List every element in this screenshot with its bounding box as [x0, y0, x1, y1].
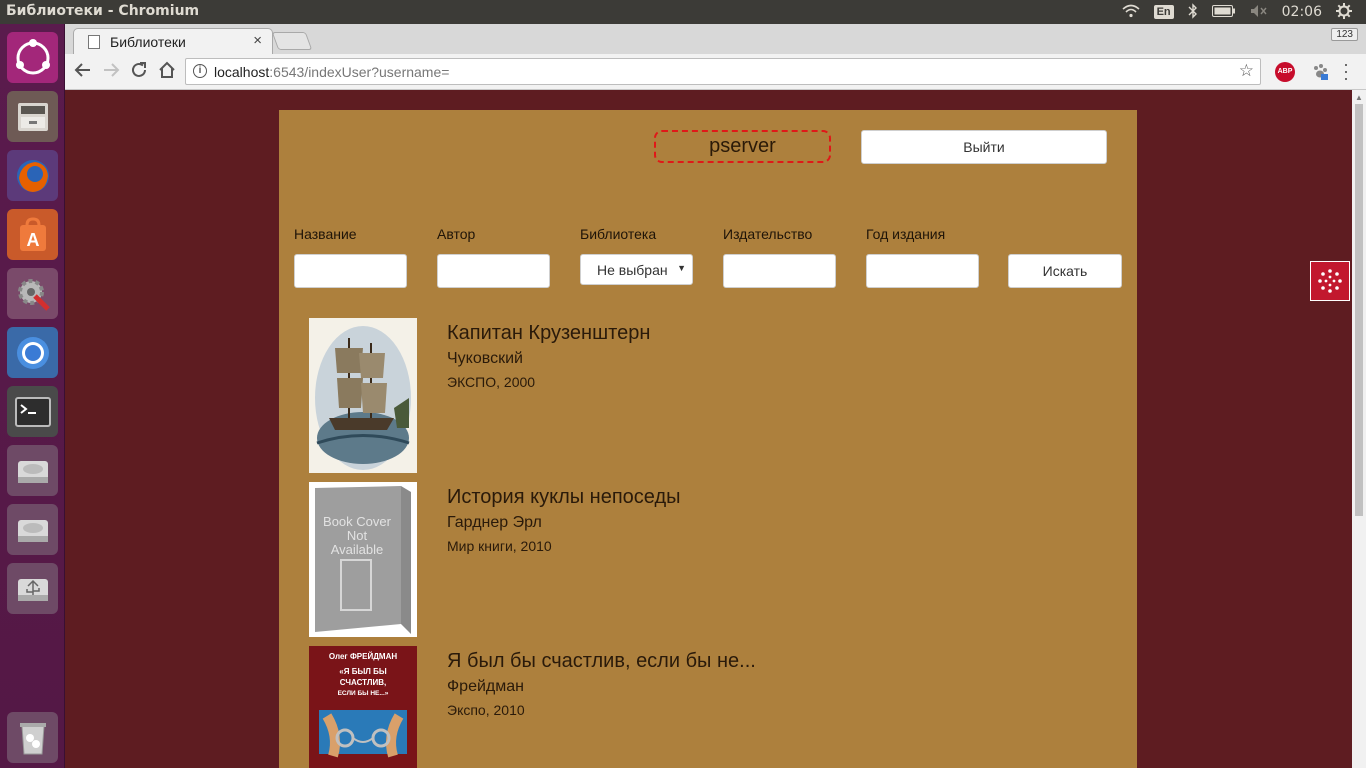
year-input[interactable] [866, 254, 979, 288]
dropdown-arrow-icon: ▼ [677, 263, 686, 273]
svg-text:ЕСЛИ БЫ НЕ...»: ЕСЛИ БЫ НЕ...» [338, 690, 389, 697]
software-center-icon[interactable]: A [7, 209, 58, 260]
search-button[interactable]: Искать [1008, 254, 1122, 288]
username-display: pserver [654, 130, 831, 163]
trash-icon[interactable] [7, 712, 58, 763]
book-item[interactable]: Book Cover Not Available История куклы н… [309, 482, 1049, 637]
svg-text:СЧАСТЛИВ,: СЧАСТЛИВ, [340, 678, 386, 687]
logout-button[interactable]: Выйти [861, 130, 1107, 164]
svg-text:Олег ФРЕЙДМАН: Олег ФРЕЙДМАН [329, 652, 397, 661]
address-bar[interactable]: i localhost:6543/indexUser?username= ☆ [185, 58, 1261, 85]
reload-icon[interactable] [128, 61, 150, 83]
ubuntu-dash-icon[interactable] [7, 32, 58, 83]
battery-icon[interactable] [1211, 4, 1236, 20]
book-author: Чуковский [447, 350, 523, 367]
svg-text:Available: Available [331, 542, 384, 557]
book-item[interactable]: Капитан Крузенштерн Чуковский ЭКСПО, 200… [309, 318, 1049, 473]
scrollbar-thumb[interactable] [1355, 104, 1363, 516]
keyboard-layout-indicator[interactable]: En [1153, 5, 1174, 19]
title-input[interactable] [294, 254, 407, 288]
url-path: :6543/indexUser?username= [269, 64, 450, 80]
power-gear-icon[interactable] [1336, 2, 1352, 22]
chromium-icon[interactable] [7, 327, 58, 378]
scroll-up-arrow-icon[interactable]: ▲ [1355, 93, 1363, 102]
system-settings-icon[interactable] [7, 268, 58, 319]
main-panel: pserver Выйти Название Автор Библиотека … [279, 110, 1137, 768]
page-icon [88, 35, 100, 49]
bookmark-star-icon[interactable]: ☆ [1239, 61, 1254, 81]
book-title[interactable]: История куклы непоседы [447, 486, 681, 509]
home-icon[interactable] [156, 61, 178, 83]
wifi-icon[interactable] [1122, 4, 1140, 21]
placeholder-cover-image[interactable]: Book Cover Not Available [309, 482, 417, 637]
drive-icon-1[interactable] [7, 445, 58, 496]
clock[interactable]: 02:06 [1282, 4, 1322, 20]
system-top-bar: Библиотеки - Chromium En 02:06 [0, 0, 1366, 24]
svg-text:Not: Not [347, 528, 368, 543]
bluetooth-icon[interactable] [1188, 2, 1198, 22]
author-input[interactable] [437, 254, 550, 288]
book-publication: Мир книги, 2010 [447, 538, 552, 554]
book-publication: Экспо, 2010 [447, 702, 525, 718]
terminal-icon[interactable] [7, 386, 58, 437]
publisher-input[interactable] [723, 254, 836, 288]
book-publication: ЭКСПО, 2000 [447, 374, 536, 390]
forward-arrow-icon[interactable] [100, 61, 122, 83]
url-text[interactable]: localhost:6543/indexUser?username= [214, 64, 449, 80]
svg-text:«Я БЫЛ БЫ: «Я БЫЛ БЫ [339, 667, 387, 676]
browser-tab-strip: Библиотеки × 123 [65, 24, 1366, 54]
filter-library-label: Библиотека [580, 226, 657, 242]
site-info-icon[interactable]: i [193, 64, 207, 78]
filter-publisher-label: Издательство [723, 226, 813, 242]
book-item[interactable]: Олег ФРЕЙДМАН «Я БЫЛ БЫ СЧАСТЛИВ, ЕСЛИ Б… [309, 646, 1049, 768]
new-tab-button[interactable] [271, 32, 313, 50]
svg-text:Book Cover: Book Cover [323, 514, 392, 529]
ship-cover-image[interactable] [309, 318, 417, 473]
book-title[interactable]: Капитан Крузенштерн [447, 322, 650, 345]
page-viewport: pserver Выйти Название Автор Библиотека … [65, 90, 1352, 768]
window-title: Библиотеки - Chromium [6, 3, 200, 19]
firefox-icon[interactable] [7, 150, 58, 201]
volume-muted-icon[interactable] [1250, 4, 1268, 21]
browser-menu-icon[interactable]: · · · [1341, 55, 1351, 87]
filter-year-label: Год издания [866, 226, 946, 242]
unity-launcher: A [0, 24, 65, 768]
system-tray: En 02:06 [1122, 0, 1366, 24]
book-author: Гарднер Эрл [447, 514, 542, 531]
back-arrow-icon[interactable] [72, 61, 94, 83]
browser-toolbar: i localhost:6543/indexUser?username= ☆ A… [65, 54, 1366, 90]
tab-close-icon[interactable]: × [253, 32, 262, 49]
book-author: Фрейдман [447, 678, 524, 695]
drive-icon-2[interactable] [7, 504, 58, 555]
url-host: localhost [214, 64, 270, 80]
extension-floating-widget-icon[interactable] [1310, 261, 1350, 301]
usb-drive-icon[interactable] [7, 563, 58, 614]
page-scrollbar[interactable]: ▲ [1352, 90, 1366, 768]
tab-libraries[interactable]: Библиотеки × [73, 28, 273, 54]
library-select-value: Не выбрано [597, 262, 667, 278]
file-manager-icon[interactable] [7, 91, 58, 142]
tab-title: Библиотеки [110, 34, 186, 50]
adblock-plus-icon[interactable]: ABP [1275, 62, 1295, 82]
keyboard-indicator-badge: 123 [1331, 28, 1358, 41]
filter-author-label: Автор [437, 226, 476, 242]
book-title[interactable]: Я был бы счастлив, если бы не... [447, 650, 756, 673]
extension-paw-icon[interactable] [1311, 63, 1329, 81]
library-select[interactable]: Не выбрано ▼ [580, 254, 693, 285]
handcuffs-cover-image[interactable]: Олег ФРЕЙДМАН «Я БЫЛ БЫ СЧАСТЛИВ, ЕСЛИ Б… [309, 646, 417, 768]
filter-title-label: Название [294, 226, 357, 242]
svg-text:A: A [26, 230, 39, 250]
